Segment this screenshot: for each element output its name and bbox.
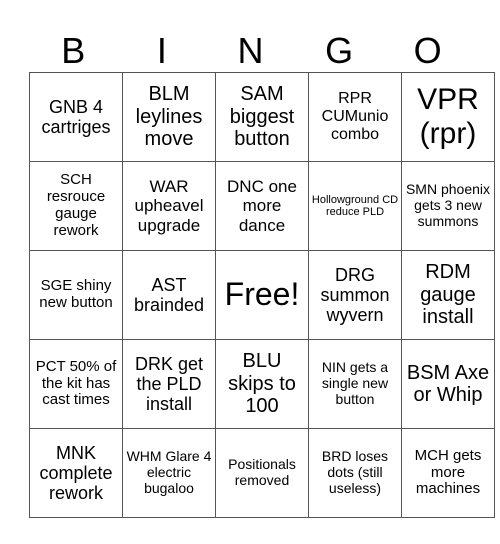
board-row: MNK complete rework WHM Glare 4 electric… bbox=[29, 428, 495, 518]
header-letter-b: B bbox=[61, 30, 86, 71]
bingo-cell[interactable]: WAR upheavel upgrade bbox=[122, 161, 216, 251]
bingo-cell[interactable]: MCH gets more machines bbox=[401, 428, 495, 518]
bingo-cell[interactable]: DRG summon wyvern bbox=[308, 250, 402, 340]
bingo-cell[interactable]: DNC one more dance bbox=[215, 161, 309, 251]
header-letter-g: G bbox=[325, 30, 354, 71]
bingo-cell[interactable]: SMN phoenix gets 3 new summons bbox=[401, 161, 495, 251]
free-space-cell[interactable]: Free! bbox=[215, 250, 309, 340]
bingo-cell[interactable]: RDM gauge install bbox=[401, 250, 495, 340]
board-row: PCT 50% of the kit has cast times DRK ge… bbox=[29, 339, 495, 429]
header-letter-o: O bbox=[413, 30, 442, 71]
bingo-cell[interactable]: Positionals removed bbox=[215, 428, 309, 518]
board-row: SGE shiny new button AST brainded Free! … bbox=[29, 250, 495, 340]
bingo-cell[interactable]: GNB 4 cartriges bbox=[29, 72, 123, 162]
bingo-cell[interactable]: AST brainded bbox=[122, 250, 216, 340]
bingo-header: B I N G O bbox=[29, 28, 472, 74]
bingo-cell[interactable]: VPR (rpr) bbox=[401, 72, 495, 162]
bingo-cell[interactable]: BLM leylines move bbox=[122, 72, 216, 162]
bingo-cell[interactable]: PCT 50% of the kit has cast times bbox=[29, 339, 123, 429]
board-row: SCH resrouce gauge rework WAR upheavel u… bbox=[29, 161, 495, 251]
bingo-cell[interactable]: SGE shiny new button bbox=[29, 250, 123, 340]
bingo-board: GNB 4 cartriges BLM leylines move SAM bi… bbox=[29, 72, 495, 518]
header-letter-n: N bbox=[237, 30, 264, 71]
bingo-cell[interactable]: DRK get the PLD install bbox=[122, 339, 216, 429]
bingo-cell[interactable]: SCH resrouce gauge rework bbox=[29, 161, 123, 251]
bingo-cell[interactable]: NIN gets a single new button bbox=[308, 339, 402, 429]
bingo-cell[interactable]: MNK complete rework bbox=[29, 428, 123, 518]
bingo-cell[interactable]: BRD loses dots (still useless) bbox=[308, 428, 402, 518]
board-row: GNB 4 cartriges BLM leylines move SAM bi… bbox=[29, 72, 495, 162]
bingo-cell[interactable]: SAM biggest button bbox=[215, 72, 309, 162]
bingo-cell[interactable]: BSM Axe or Whip bbox=[401, 339, 495, 429]
header-letter-i: I bbox=[156, 30, 167, 71]
bingo-cell[interactable]: WHM Glare 4 electric bugaloo bbox=[122, 428, 216, 518]
bingo-cell[interactable]: Hollowground CD reduce PLD bbox=[308, 161, 402, 251]
bingo-cell[interactable]: RPR CUMunio combo bbox=[308, 72, 402, 162]
bingo-cell[interactable]: BLU skips to 100 bbox=[215, 339, 309, 429]
